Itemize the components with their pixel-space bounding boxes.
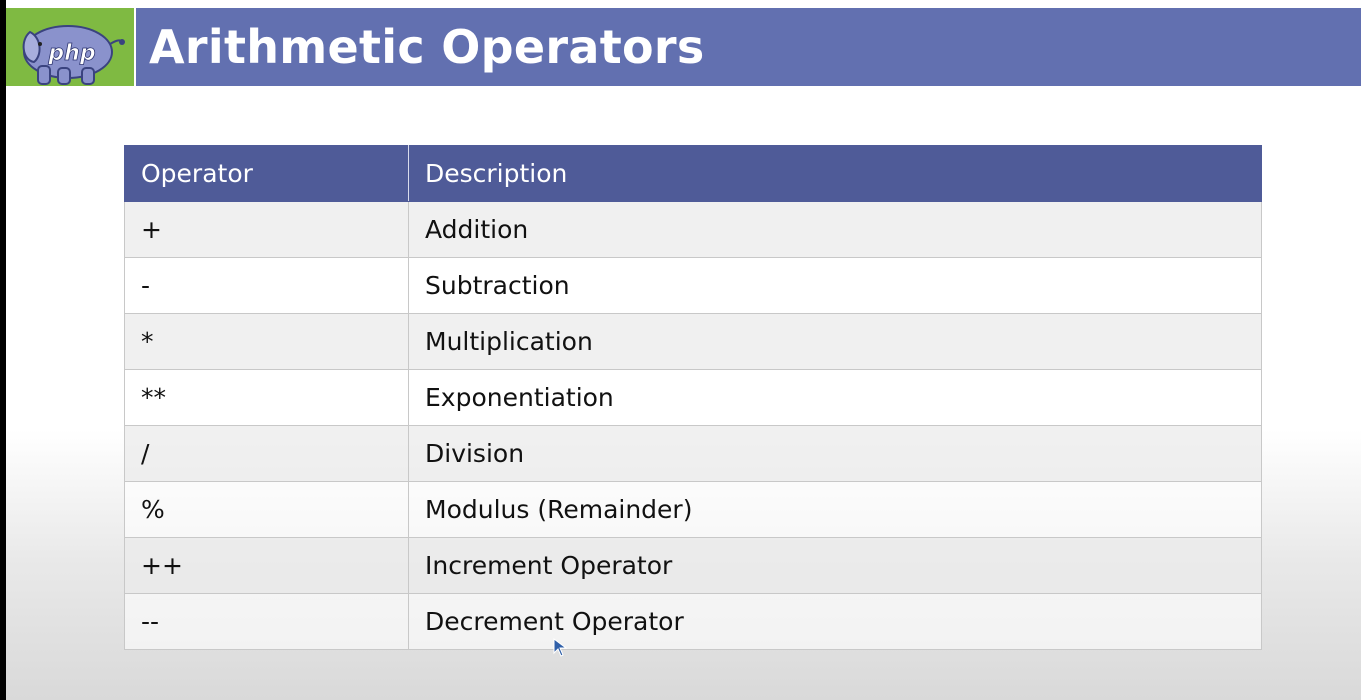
description-cell: Multiplication bbox=[408, 313, 1262, 370]
operator-cell: % bbox=[124, 481, 409, 538]
slide-top-band bbox=[6, 0, 1361, 8]
table-row: - Subtraction bbox=[124, 257, 1262, 314]
description-cell: Modulus (Remainder) bbox=[408, 481, 1262, 538]
table-row: ++ Increment Operator bbox=[124, 537, 1262, 594]
table-row: ** Exponentiation bbox=[124, 369, 1262, 426]
table-header-row: Operator Description bbox=[124, 145, 1262, 202]
slide: php Arithmetic Operators Operator Descri… bbox=[6, 0, 1361, 700]
operator-cell: * bbox=[124, 313, 409, 370]
description-cell: Increment Operator bbox=[408, 537, 1262, 594]
table-row: % Modulus (Remainder) bbox=[124, 481, 1262, 538]
description-cell: Exponentiation bbox=[408, 369, 1262, 426]
slide-title: Arithmetic Operators bbox=[149, 20, 705, 74]
operator-cell: ** bbox=[124, 369, 409, 426]
operator-cell: -- bbox=[124, 593, 409, 650]
description-cell: Division bbox=[408, 425, 1262, 482]
mouse-cursor-icon bbox=[553, 638, 568, 657]
operators-table: Operator Description + Addition - Subtra… bbox=[124, 145, 1262, 650]
header-description: Description bbox=[408, 145, 1262, 202]
table-row: + Addition bbox=[124, 201, 1262, 258]
description-cell: Addition bbox=[408, 201, 1262, 258]
logo-text: php bbox=[47, 41, 95, 66]
php-elephant-icon: php bbox=[22, 25, 125, 85]
operator-cell: + bbox=[124, 201, 409, 258]
description-cell: Subtraction bbox=[408, 257, 1262, 314]
php-logo: php bbox=[6, 8, 134, 86]
operator-cell: - bbox=[124, 257, 409, 314]
description-cell: Decrement Operator bbox=[408, 593, 1262, 650]
operator-cell: / bbox=[124, 425, 409, 482]
header-operator: Operator bbox=[124, 145, 409, 202]
title-bar: Arithmetic Operators bbox=[136, 8, 1361, 86]
table-row: * Multiplication bbox=[124, 313, 1262, 370]
operator-cell: ++ bbox=[124, 537, 409, 594]
table-row: -- Decrement Operator bbox=[124, 593, 1262, 650]
table-row: / Division bbox=[124, 425, 1262, 482]
